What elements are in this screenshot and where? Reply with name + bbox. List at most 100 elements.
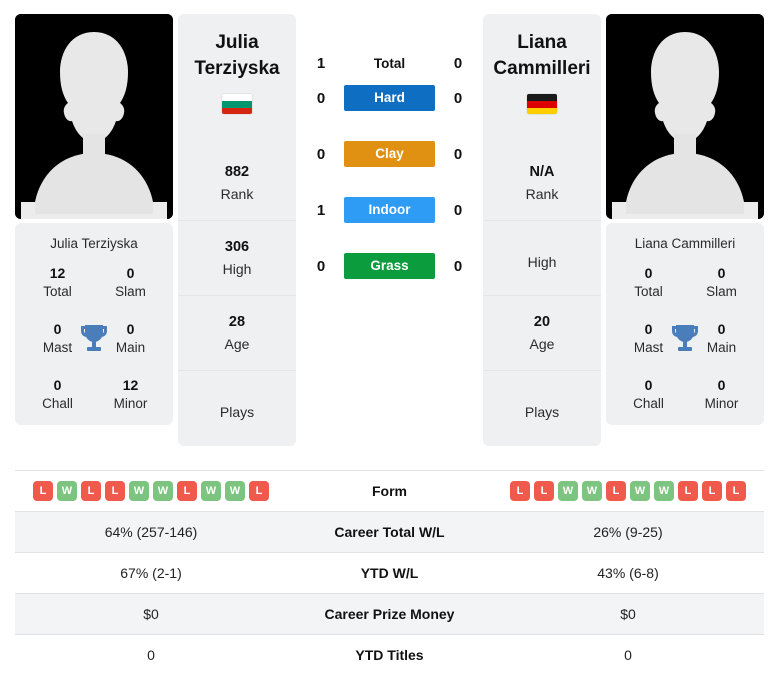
form-badge-loss[interactable]: L bbox=[702, 481, 722, 501]
right-titles-chall: 0 Chall bbox=[612, 375, 685, 413]
left-info-age-value: 28 bbox=[228, 313, 246, 330]
right-info-rank-label: Rank bbox=[525, 185, 559, 202]
h2h-row-grass: 0 Grass 0 bbox=[300, 238, 479, 294]
form-badge-loss[interactable]: L bbox=[105, 481, 125, 501]
h2h-row-hard: 0 Hard 0 bbox=[300, 70, 479, 126]
left-player-flag-icon bbox=[222, 94, 252, 115]
form-badge-win[interactable]: W bbox=[201, 481, 221, 501]
left-player-info-column: Julia Terziyska 882 Rank 306 High 28 Age Plays bbox=[178, 14, 296, 446]
left-player-titles-card: Julia Terziyska 12 Total 0 Slam 0 Mast 0… bbox=[15, 223, 173, 425]
h2h-hard-right-score: 0 bbox=[453, 89, 463, 107]
surface-badge-grass[interactable]: Grass bbox=[344, 253, 435, 279]
left-form-cell: LWLLWWLWWL bbox=[15, 471, 287, 512]
left-titles-total: 12 Total bbox=[21, 263, 94, 301]
person-silhouette-icon bbox=[606, 14, 764, 219]
form-badge-loss[interactable]: L bbox=[177, 481, 197, 501]
left-career-total-wl: 64% (257-146) bbox=[15, 511, 287, 553]
right-player-name-header: Liana Cammilleri bbox=[483, 14, 601, 146]
form-badge-win[interactable]: W bbox=[57, 481, 77, 501]
left-titles-chall-label: Chall bbox=[42, 395, 73, 411]
right-titles-minor: 0 Minor bbox=[685, 375, 758, 413]
left-titles-minor-value: 12 bbox=[122, 376, 139, 393]
trophy-icon bbox=[670, 322, 700, 354]
right-info-rank: N/A Rank bbox=[483, 146, 601, 221]
row-label-ytd-wl: YTD W/L bbox=[360, 565, 419, 581]
right-info-age-label: Age bbox=[529, 335, 555, 352]
left-titles-total-label: Total bbox=[43, 284, 72, 300]
h2h-grass-left-score: 0 bbox=[316, 257, 326, 275]
left-info-plays-label: Plays bbox=[219, 404, 255, 421]
left-info-high-value: 306 bbox=[224, 238, 250, 255]
form-badge-win[interactable]: W bbox=[558, 481, 578, 501]
right-titles-total-label: Total bbox=[634, 284, 663, 300]
left-info-rank-value: 882 bbox=[224, 163, 250, 180]
comparison-stats-table: LWLLWWLWWL Form LLWWLWWLLL 64% (257-146)… bbox=[15, 470, 764, 676]
form-badge-loss[interactable]: L bbox=[678, 481, 698, 501]
right-info-plays-label: Plays bbox=[524, 404, 560, 421]
form-badge-win[interactable]: W bbox=[582, 481, 602, 501]
right-titles-chall-value: 0 bbox=[644, 376, 653, 393]
form-badge-loss[interactable]: L bbox=[33, 481, 53, 501]
right-player-flag-icon bbox=[527, 94, 557, 115]
right-titles-slam-label: Slam bbox=[706, 284, 737, 300]
left-info-age-label: Age bbox=[224, 335, 250, 352]
h2h-row-total: 1 Total 0 bbox=[300, 14, 479, 72]
right-player-name-line1: Liana bbox=[517, 32, 567, 53]
table-row-career-prize-money: $0 Career Prize Money $0 bbox=[15, 593, 764, 635]
head-to-head-column: 1 Total 0 0 Hard 0 0 Clay 0 1 Indoor 0 0… bbox=[296, 14, 483, 294]
right-form-strip: LLWWLWWLLL bbox=[492, 481, 764, 501]
form-badge-win[interactable]: W bbox=[225, 481, 245, 501]
right-titles-total-value: 0 bbox=[644, 265, 653, 281]
h2h-total-label: Total bbox=[373, 55, 406, 71]
surface-badge-indoor[interactable]: Indoor bbox=[344, 197, 435, 223]
right-titles-total: 0 Total bbox=[612, 263, 685, 301]
surface-badge-clay[interactable]: Clay bbox=[344, 141, 435, 167]
table-row-form: LWLLWWLWWL Form LLWWLWWLLL bbox=[15, 470, 764, 512]
right-player-info-column: Liana Cammilleri N/A Rank High 20 Age Plays bbox=[483, 14, 601, 446]
right-player-titles-card: Liana Cammilleri 0 Total 0 Slam 0 Mast 0… bbox=[606, 223, 764, 425]
right-form-cell: LLWWLWWLLL bbox=[492, 471, 764, 512]
h2h-row-indoor: 1 Indoor 0 bbox=[300, 182, 479, 238]
left-info-high: 306 High bbox=[178, 221, 296, 296]
right-info-age-value: 20 bbox=[533, 313, 551, 330]
left-titles-total-value: 12 bbox=[49, 265, 66, 281]
left-player-name-line2: Terziyska bbox=[194, 57, 280, 79]
left-career-prize-money: $0 bbox=[15, 593, 287, 635]
right-titles-minor-label: Minor bbox=[704, 395, 739, 411]
left-info-high-label: High bbox=[222, 260, 252, 277]
table-row-career-total-wl: 64% (257-146) Career Total W/L 26% (9-25… bbox=[15, 511, 764, 553]
form-badge-win[interactable]: W bbox=[129, 481, 149, 501]
form-badge-win[interactable]: W bbox=[630, 481, 650, 501]
h2h-clay-right-score: 0 bbox=[453, 145, 463, 163]
left-info-rank: 882 Rank bbox=[178, 146, 296, 221]
right-player-card-name: Liana Cammilleri bbox=[634, 236, 736, 251]
h2h-clay-left-score: 0 bbox=[316, 145, 326, 163]
right-info-high: High bbox=[483, 221, 601, 296]
left-ytd-wl: 67% (2-1) bbox=[120, 565, 182, 581]
form-badge-loss[interactable]: L bbox=[606, 481, 626, 501]
form-badge-loss[interactable]: L bbox=[534, 481, 554, 501]
right-player-name-line2: Cammilleri bbox=[493, 57, 591, 79]
form-badge-win[interactable]: W bbox=[654, 481, 674, 501]
right-career-total-wl: 26% (9-25) bbox=[492, 511, 764, 553]
right-titles-slam-value: 0 bbox=[717, 265, 726, 281]
left-titles-chall-value: 0 bbox=[53, 376, 62, 393]
right-ytd-titles: 0 bbox=[624, 647, 632, 664]
surface-badge-hard[interactable]: Hard bbox=[344, 85, 435, 111]
form-badge-loss[interactable]: L bbox=[81, 481, 101, 501]
left-player-avatar bbox=[15, 14, 173, 219]
form-badge-win[interactable]: W bbox=[153, 481, 173, 501]
form-badge-loss[interactable]: L bbox=[510, 481, 530, 501]
trophy-icon bbox=[79, 322, 109, 354]
row-label-career-total-wl: Career Total W/L bbox=[287, 511, 492, 553]
left-player-titles-grid: 12 Total 0 Slam 0 Mast 0 Main 0 Chall 12… bbox=[21, 263, 167, 413]
left-player-name-header: Julia Terziyska bbox=[178, 14, 296, 146]
h2h-grass-right-score: 0 bbox=[453, 257, 463, 275]
person-silhouette-icon bbox=[15, 14, 173, 219]
left-titles-slam: 0 Slam bbox=[94, 263, 167, 301]
left-titles-slam-label: Slam bbox=[115, 284, 146, 300]
left-info-rank-label: Rank bbox=[220, 185, 254, 202]
form-badge-loss[interactable]: L bbox=[726, 481, 746, 501]
right-titles-chall-label: Chall bbox=[633, 395, 664, 411]
form-badge-loss[interactable]: L bbox=[249, 481, 269, 501]
